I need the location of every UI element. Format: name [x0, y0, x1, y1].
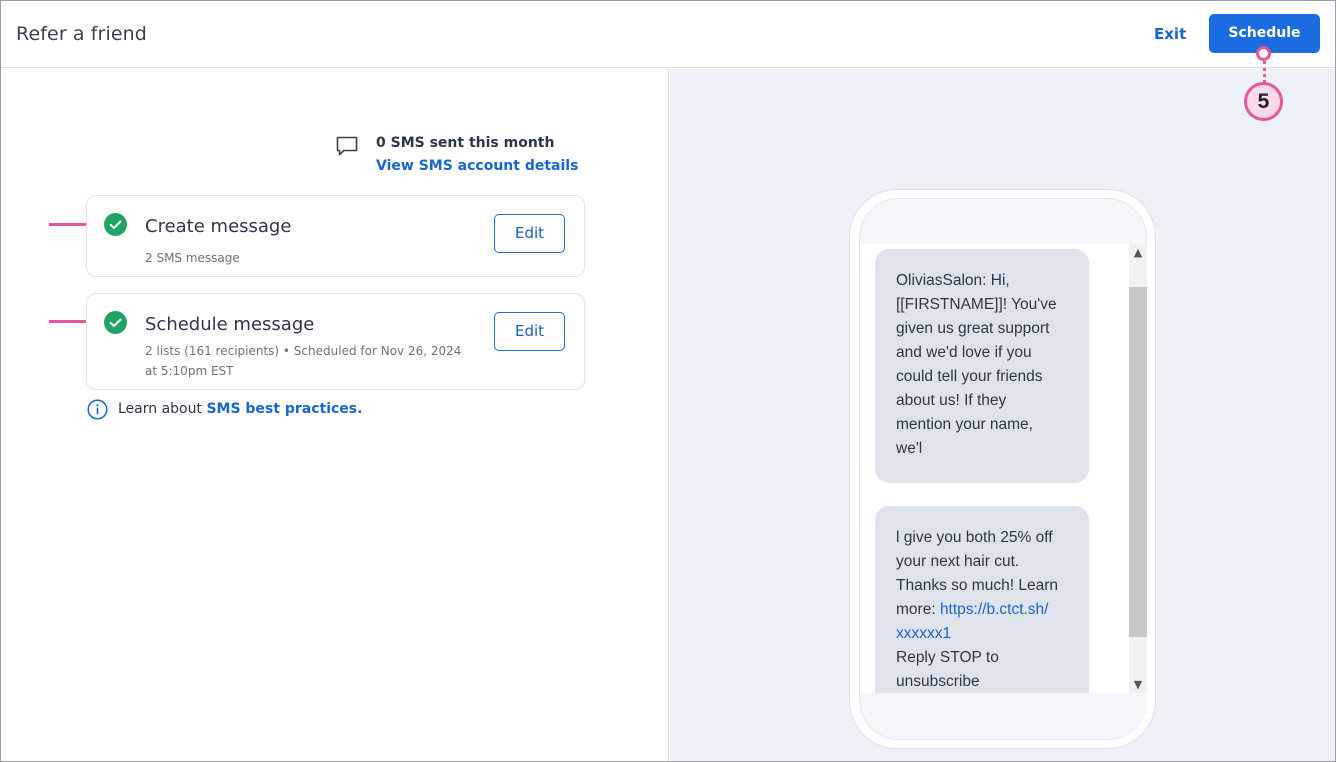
bubble-line: given us great support	[896, 320, 1050, 337]
bubble-text: more:	[896, 601, 940, 618]
bubble-line: more: https://b.ctct.sh/	[896, 598, 1069, 622]
bubble-line: OliviasSalon: Hi,	[896, 272, 1010, 289]
annotation-arrow	[49, 223, 89, 226]
bubble-line: your next hair cut.	[896, 553, 1020, 570]
check-circle-icon	[104, 311, 127, 334]
chat-bubble-icon	[336, 136, 358, 156]
step-card-create-message: Create message 2 SMS message Edit	[86, 195, 585, 277]
scroll-up-icon[interactable]: ▲	[1129, 244, 1147, 262]
preview-scrollbar-thumb[interactable]	[1129, 287, 1147, 637]
annotation-pointer	[1256, 46, 1271, 61]
step-card-schedule-message: Schedule message 2 lists (161 recipients…	[86, 293, 585, 390]
scroll-down-icon[interactable]: ▼	[1129, 676, 1147, 694]
bubble-line: [[FIRSTNAME]]! You've	[896, 296, 1057, 313]
header-bar: Refer a friend Exit Schedule	[1, 1, 1335, 68]
annotation-connector	[1263, 61, 1266, 83]
bubble-line: about us! If they	[896, 392, 1007, 409]
schedule-time: at 5:10pm EST	[145, 364, 234, 378]
annotation-arrow	[49, 320, 89, 323]
step-subtitle: 2 lists (161 recipients) • Scheduled for…	[145, 341, 485, 381]
info-prefix: Learn about	[118, 401, 207, 417]
check-circle-icon	[104, 213, 127, 236]
exit-link[interactable]: Exit	[1154, 25, 1186, 43]
bubble-line: unsubscribe	[896, 673, 980, 690]
message-bubble: l give you both 25% off your next hair c…	[875, 506, 1089, 706]
view-sms-account-link[interactable]: View SMS account details	[376, 158, 578, 174]
bubble-line: mention your name,	[896, 416, 1033, 433]
sms-best-practices-link[interactable]: SMS best practices.	[206, 401, 362, 417]
step-subtitle: 2 SMS message	[145, 251, 240, 265]
app-window: Refer a friend Exit Schedule 0 SMS sent …	[0, 0, 1336, 762]
page-title: Refer a friend	[16, 23, 147, 45]
bubble-line: and we'd love if you	[896, 344, 1032, 361]
step-title: Schedule message	[145, 314, 315, 335]
bubble-line: l give you both 25% off	[896, 529, 1053, 546]
schedule-details: 2 lists (161 recipients) • Scheduled for…	[145, 344, 462, 358]
bubble-line: Thanks so much! Learn	[896, 577, 1058, 594]
message-link[interactable]: https://b.ctct.sh/	[940, 601, 1049, 618]
bubble-line: Reply STOP to	[896, 649, 999, 666]
edit-schedule-button[interactable]: Edit	[494, 312, 565, 351]
message-link[interactable]: xxxxxx1	[896, 622, 1069, 646]
sms-sent-count: 0 SMS sent this month	[376, 135, 555, 151]
bubble-line: we'l	[896, 440, 923, 457]
info-text: Learn about SMS best practices.	[118, 401, 362, 417]
bubble-line: could tell your friends	[896, 368, 1043, 385]
annotation-step-badge: 5	[1244, 82, 1283, 121]
phone-bottom-bezel	[860, 693, 1147, 739]
info-circle-icon	[87, 399, 108, 420]
edit-message-button[interactable]: Edit	[494, 214, 565, 253]
step-title: Create message	[145, 216, 292, 237]
message-bubble: OliviasSalon: Hi, [[FIRSTNAME]]! You've …	[875, 249, 1089, 483]
